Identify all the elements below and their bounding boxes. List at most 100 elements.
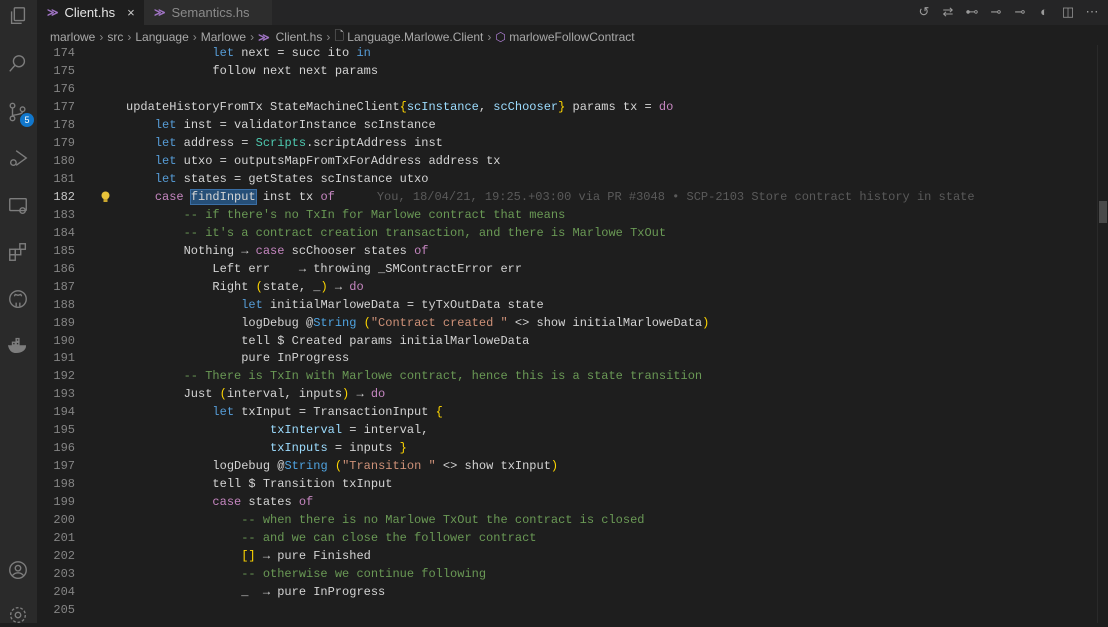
more-actions-icon[interactable]: ⋯: [1084, 4, 1100, 20]
tab-client-hs[interactable]: ≫ Client.hs ×: [37, 0, 144, 25]
breadcrumb-item[interactable]: marloweFollowContract: [509, 30, 634, 44]
code-line[interactable]: 185 Nothing → case scChooser states of: [37, 243, 1096, 261]
code-line[interactable]: 177 updateHistoryFromTx StateMachineClien…: [37, 99, 1096, 117]
code-line[interactable]: 186 Left err → throwing _SMContractError…: [37, 261, 1096, 279]
code-line[interactable]: 181 let states = getStates scInstance ut…: [37, 171, 1096, 189]
close-icon[interactable]: ×: [127, 5, 135, 20]
breadcrumb-item[interactable]: Marlowe: [201, 30, 246, 44]
compare-changes-icon[interactable]: ⇄: [940, 4, 956, 20]
breadcrumb-item[interactable]: Language.Marlowe.Client: [347, 30, 483, 44]
line-number: 193: [53, 387, 75, 402]
code-line[interactable]: 190 tell $ Created params initialMarlowe…: [37, 333, 1096, 351]
code-token: case: [154, 189, 184, 204]
code-line[interactable]: 183 -- if there's no TxIn for Marlowe co…: [37, 207, 1096, 225]
timeline-icon[interactable]: ↺: [916, 4, 932, 20]
code-token: do: [349, 279, 364, 294]
code-line[interactable]: 187 Right (state, _) → do: [37, 279, 1096, 297]
line-number: 203: [53, 567, 75, 582]
code-text: -- if there's no TxIn for Marlowe contra…: [126, 207, 566, 225]
code-line[interactable]: 174 let next = succ ito in: [37, 45, 1096, 63]
code-token: next = succ ito: [234, 46, 357, 60]
source-control-icon[interactable]: 5: [6, 100, 34, 127]
breadcrumb-item[interactable]: Client.hs: [276, 30, 323, 44]
run-debug-icon[interactable]: [6, 146, 30, 170]
code-line[interactable]: 196 txInputs = inputs }: [37, 440, 1096, 458]
code-line[interactable]: 198 tell $ Transition txInput: [37, 476, 1096, 494]
next-change-icon[interactable]: ⊸: [1012, 4, 1028, 20]
code-line[interactable]: 202 [] → pure Finished: [37, 548, 1096, 566]
tab-semantics-hs[interactable]: ≫ Semantics.hs: [144, 0, 272, 25]
account-icon[interactable]: [6, 558, 30, 582]
code-token: = inputs: [327, 441, 400, 456]
code-text: -- otherwise we continue following: [126, 566, 486, 584]
code-token: → pure Finished: [255, 549, 371, 564]
code-token: of: [414, 243, 429, 258]
code-token: Nothing →: [126, 243, 256, 258]
code-line[interactable]: 191 pure InProgress: [37, 350, 1096, 368]
code-line[interactable]: 193 Just (interval, inputs) → do: [37, 386, 1096, 404]
code-token: txInputs: [270, 441, 328, 456]
line-number: 174: [53, 46, 75, 60]
explorer-icon[interactable]: [6, 4, 30, 28]
code-line[interactable]: 188 let initialMarloweData = tyTxOutData…: [37, 297, 1096, 315]
chevron-right-icon: ›: [250, 30, 255, 44]
code-token: let: [212, 405, 235, 420]
vertical-scrollbar[interactable]: [1097, 45, 1108, 623]
git-commit-icon[interactable]: ⊷: [964, 4, 980, 20]
remote-explorer-icon[interactable]: [6, 194, 30, 218]
breadcrumb-item[interactable]: Language: [135, 30, 188, 44]
search-icon[interactable]: [6, 52, 30, 76]
settings-gear-icon[interactable]: [6, 603, 30, 627]
docker-icon[interactable]: [6, 333, 30, 357]
code-text: Right (state, _) → do: [126, 279, 364, 297]
code-line[interactable]: 201 -- and we can close the follower con…: [37, 530, 1096, 548]
code-token: (: [219, 387, 227, 402]
code-text: let next = succ ito in: [126, 45, 370, 63]
code-token: tell $ Created params initialMarloweData: [126, 333, 530, 348]
code-token: of: [320, 189, 335, 204]
breadcrumb-item[interactable]: marlowe: [50, 30, 95, 44]
lightbulb-icon[interactable]: [101, 191, 110, 203]
github-icon[interactable]: [6, 287, 30, 311]
code-token: follow next next params: [126, 63, 379, 78]
editor-toolbar: ↺ ⇄ ⊷ ⊸ ⊸ ◐ ◫ ⋯: [916, 4, 1100, 20]
code-editor[interactable]: 174 let next = succ ito in 175 follow nex…: [37, 45, 1096, 620]
code-line[interactable]: 179 let address = Scripts.scriptAddress …: [37, 135, 1096, 153]
line-number: 201: [53, 531, 75, 546]
code-token: -- when there is no Marlowe TxOut the co…: [241, 513, 645, 528]
scrollbar-thumb[interactable]: [1099, 201, 1107, 223]
code-text: txInterval = interval,: [126, 422, 428, 440]
code-line[interactable]: 197 logDebug @String ("Transition " <> s…: [37, 458, 1096, 476]
code-line[interactable]: 175 follow next next params: [37, 63, 1096, 81]
code-text: tell $ Transition txInput: [126, 476, 392, 494]
breadcrumb-item[interactable]: src: [107, 30, 123, 44]
code-line[interactable]: 199 case states of: [37, 494, 1096, 512]
gitlens-icon[interactable]: ◐: [1036, 4, 1052, 20]
code-line[interactable]: 204 _ → pure InProgress: [37, 584, 1096, 602]
code-line[interactable]: 203 -- otherwise we continue following: [37, 566, 1096, 584]
code-line[interactable]: 184 -- it's a contract creation transact…: [37, 225, 1096, 243]
code-token: logDebug @: [126, 459, 285, 474]
code-line[interactable]: 192 -- There is TxIn with Marlowe contra…: [37, 368, 1096, 386]
code-token: String: [313, 315, 357, 330]
code-line[interactable]: 178 let inst = validatorInstance scInsta…: [37, 117, 1096, 135]
code-line[interactable]: 194 let txInput = TransactionInput {: [37, 404, 1096, 422]
code-line[interactable]: 200 -- when there is no Marlowe TxOut th…: [37, 512, 1096, 530]
code-token: <> show txInput: [435, 459, 551, 474]
code-text: let initialMarloweData = tyTxOutData sta…: [126, 297, 543, 315]
previous-change-icon[interactable]: ⊸: [988, 4, 1004, 20]
extensions-icon[interactable]: [6, 240, 30, 264]
code-line[interactable]: 182 case findInput inst tx of You, 18/04/…: [37, 188, 1096, 207]
code-line[interactable]: 176: [37, 81, 1096, 99]
split-editor-icon[interactable]: ◫: [1060, 4, 1076, 20]
code-token: scChooser states: [284, 243, 415, 258]
code-line[interactable]: 195 txInterval = interval,: [37, 422, 1096, 440]
line-number: 188: [53, 297, 75, 312]
code-line[interactable]: 205: [37, 602, 1096, 620]
code-line[interactable]: 180 let utxo = outputsMapFromTxForAddres…: [37, 153, 1096, 171]
code-line[interactable]: 189 logDebug @String ("Contract created …: [37, 315, 1096, 333]
